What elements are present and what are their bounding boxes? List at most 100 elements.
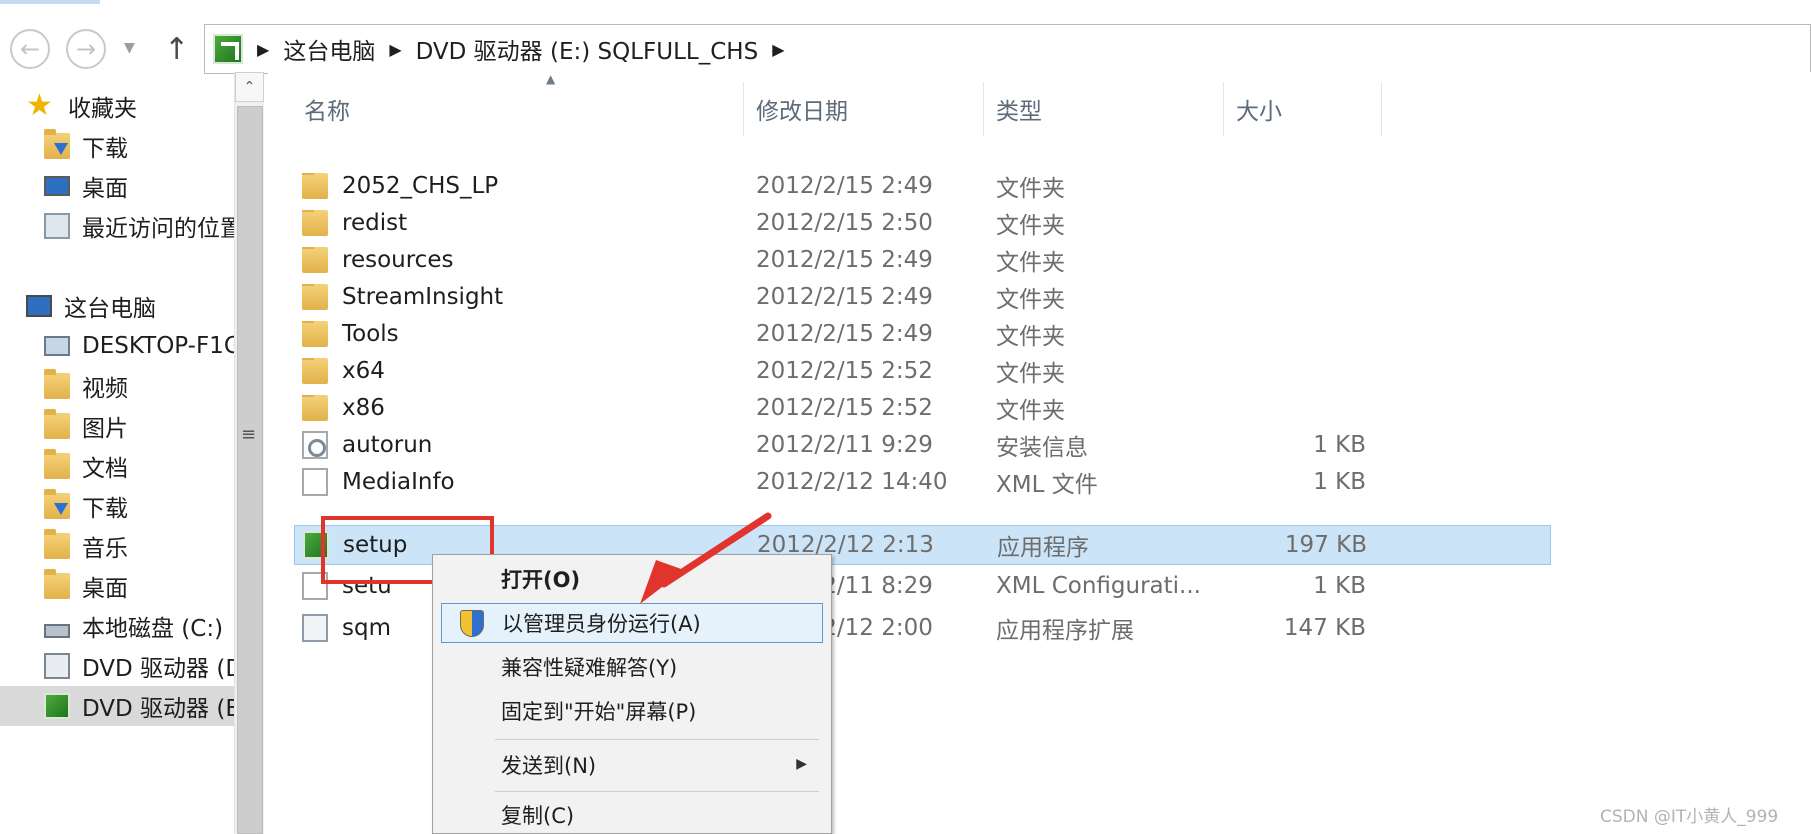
scrollbar-thumb[interactable] <box>237 106 263 834</box>
sidebar-item-videos[interactable]: 视频 <box>44 366 234 406</box>
file-date: 2012/2/15 2:49 <box>756 284 933 310</box>
application-drive-icon <box>44 693 70 719</box>
desktop-folder-icon <box>44 569 70 599</box>
submenu-arrow-icon: ▶ <box>796 756 807 772</box>
sidebar-this-pc[interactable]: 这台电脑 <box>26 286 234 326</box>
folder-icon <box>302 210 328 236</box>
back-button[interactable]: ← <box>10 29 50 69</box>
sidebar-item-label: 本地磁盘 (C:) <box>82 616 224 642</box>
file-name: x64 <box>342 358 385 384</box>
file-name: resources <box>342 247 454 273</box>
menu-item-label: 复制(C) <box>501 804 575 828</box>
file-name: autorun <box>342 432 433 458</box>
menu-item-pin-to-start[interactable]: 固定到"开始"屏幕(P) <box>441 691 823 731</box>
column-header-name[interactable]: ▲ 名称 <box>304 72 744 136</box>
address-bar[interactable]: ▶ 这台电脑 ▶ DVD 驱动器 (E:) SQLFULL_CHS ▶ <box>204 24 1811 74</box>
network-computer-icon <box>44 336 70 356</box>
sidebar-favorites[interactable]: ★ 收藏夹 <box>26 86 234 126</box>
file-size: 1 KB <box>1313 469 1366 495</box>
table-row[interactable]: Tools 2012/2/15 2:49 文件夹 <box>294 314 1551 354</box>
sidebar-item-label: DVD 驱动器 (D:) <box>82 656 234 682</box>
sidebar-item-dvd-e[interactable]: DVD 驱动器 (E:) <box>0 686 234 726</box>
file-type: 文件夹 <box>996 287 1065 313</box>
file-size: 147 KB <box>1283 615 1366 641</box>
table-row[interactable]: x86 2012/2/15 2:52 文件夹 <box>294 388 1551 428</box>
file-date: 2012/2/12 14:40 <box>756 469 948 495</box>
file-type: 文件夹 <box>996 250 1065 276</box>
file-size: 197 KB <box>1284 532 1367 558</box>
setup-info-icon <box>302 431 328 459</box>
menu-separator <box>495 791 819 792</box>
file-name: 2052_CHS_LP <box>342 173 499 199</box>
breadcrumb-chevron-icon[interactable]: ▶ <box>389 40 401 59</box>
menu-item-copy[interactable]: 复制(C) <box>441 795 823 834</box>
window-top-edge <box>0 0 1811 4</box>
recent-locations-dropdown[interactable]: ▼ <box>124 40 135 56</box>
chevron-up-icon: ⌃ <box>243 79 256 95</box>
column-header-label: 类型 <box>996 99 1042 125</box>
sidebar-item-label: DVD 驱动器 (E:) <box>82 696 234 722</box>
file-type: 安装信息 <box>996 435 1088 461</box>
navigation-pane-scrollbar[interactable]: ⌃ ≡ <box>234 72 264 834</box>
menu-separator <box>495 739 819 740</box>
desktop-icon <box>44 176 70 196</box>
table-row[interactable]: x64 2012/2/15 2:52 文件夹 <box>294 351 1551 391</box>
file-name: Tools <box>342 321 399 347</box>
column-header-date[interactable]: 修改日期 <box>744 82 984 136</box>
hard-drive-icon <box>44 624 70 638</box>
dll-file-icon <box>302 614 328 642</box>
sidebar-item-label: 下载 <box>82 136 128 162</box>
breadcrumb-this-pc[interactable]: 这台电脑 <box>283 32 375 66</box>
sidebar-item-label: 桌面 <box>82 176 128 202</box>
breadcrumb-chevron-icon[interactable]: ▶ <box>772 40 784 59</box>
sidebar-item-dvd-d[interactable]: DVD 驱动器 (D:) <box>44 646 234 686</box>
sidebar-item-recent-places[interactable]: 最近访问的位置 <box>44 206 234 246</box>
sidebar-item-label: 文档 <box>82 456 128 482</box>
sidebar-item-desktop-pc[interactable]: 桌面 <box>44 566 234 606</box>
sort-ascending-icon: ▲ <box>546 72 556 86</box>
table-row[interactable]: autorun 2012/2/11 9:29 安装信息 1 KB <box>294 425 1551 465</box>
up-level-button[interactable]: ↑ <box>164 32 189 67</box>
file-date: 2012/2/15 2:49 <box>756 321 933 347</box>
videos-folder-icon <box>44 369 70 399</box>
file-date: 2012/2/15 2:49 <box>756 173 933 199</box>
table-row[interactable]: 2052_CHS_LP 2012/2/15 2:49 文件夹 <box>294 166 1551 206</box>
forward-button[interactable]: → <box>66 29 106 69</box>
sidebar-item-label: 最近访问的位置 <box>82 216 234 242</box>
file-name: sqm <box>342 615 391 641</box>
sidebar-item-pictures[interactable]: 图片 <box>44 406 234 446</box>
column-header-type[interactable]: 类型 <box>984 82 1224 136</box>
sidebar-item-music[interactable]: 音乐 <box>44 526 234 566</box>
sidebar-item-label: 图片 <box>82 416 128 442</box>
table-row[interactable]: MediaInfo 2012/2/12 14:40 XML 文件 1 KB <box>294 462 1551 502</box>
music-folder-icon <box>44 529 70 559</box>
dvd-drive-icon <box>44 653 70 679</box>
downloads-folder-icon <box>44 489 70 519</box>
table-row[interactable]: redist 2012/2/15 2:50 文件夹 <box>294 203 1551 243</box>
menu-item-label: 以管理员身份运行(A) <box>502 612 701 636</box>
sidebar-item-downloads[interactable]: 下载 <box>44 126 234 166</box>
file-size: 1 KB <box>1313 573 1366 599</box>
column-header-label: 大小 <box>1236 99 1282 125</box>
scroll-up-button[interactable]: ⌃ <box>235 72 264 102</box>
menu-item-send-to[interactable]: 发送到(N) ▶ <box>441 745 823 785</box>
breadcrumb-chevron-icon[interactable]: ▶ <box>257 40 269 59</box>
folder-icon <box>302 173 328 199</box>
file-name: redist <box>342 210 408 236</box>
file-type: 应用程序扩展 <box>996 618 1134 644</box>
column-header-size[interactable]: 大小 <box>1224 82 1382 136</box>
sidebar-item-documents[interactable]: 文档 <box>44 446 234 486</box>
breadcrumb-dvd-drive[interactable]: DVD 驱动器 (E:) SQLFULL_CHS <box>416 32 759 66</box>
table-row[interactable]: StreamInsight 2012/2/15 2:49 文件夹 <box>294 277 1551 317</box>
menu-item-troubleshoot-compatibility[interactable]: 兼容性疑难解答(Y) <box>441 647 823 687</box>
sidebar-item-downloads-pc[interactable]: 下载 <box>44 486 234 526</box>
folder-icon <box>302 395 328 421</box>
sidebar-item-desktop[interactable]: 桌面 <box>44 166 234 206</box>
sidebar-item-network-computer[interactable]: DESKTOP-F1GIV <box>44 326 234 366</box>
folder-icon <box>302 321 328 347</box>
file-date: 2012/2/15 2:50 <box>756 210 933 236</box>
sidebar-item-label: 这台电脑 <box>64 296 156 322</box>
sidebar-item-local-disk-c[interactable]: 本地磁盘 (C:) <box>44 606 234 646</box>
table-row[interactable]: resources 2012/2/15 2:49 文件夹 <box>294 240 1551 280</box>
menu-item-label: 固定到"开始"屏幕(P) <box>501 700 697 724</box>
